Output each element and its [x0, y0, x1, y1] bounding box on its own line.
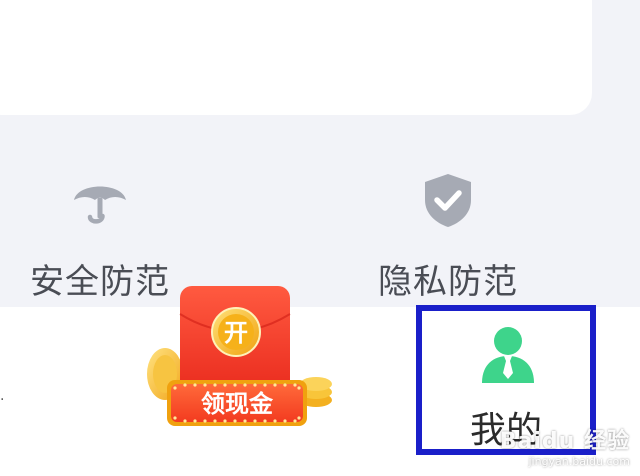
watermark-brand: Baidu 经验: [499, 429, 630, 454]
shield-check-icon: [425, 174, 471, 227]
umbrella-icon: [74, 186, 126, 224]
top-card: [0, 0, 592, 115]
red-packet-cta-label: 领现金: [201, 390, 274, 418]
watermark: Baidu 经验 jingyan.baidu.com: [500, 423, 630, 468]
edge-mark: ·: [0, 392, 5, 408]
feature-privacy-label: 隐私防范: [378, 262, 518, 302]
red-packet-icon: 开 领现金: [147, 286, 332, 426]
red-packet-promo[interactable]: 开 领现金: [140, 284, 340, 444]
user-tie-icon: [482, 327, 534, 383]
red-packet-open-label: 开: [224, 319, 248, 347]
watermark-url: jingyan.baidu.com: [528, 455, 630, 468]
feature-privacy[interactable]: 隐私防范: [348, 170, 548, 303]
